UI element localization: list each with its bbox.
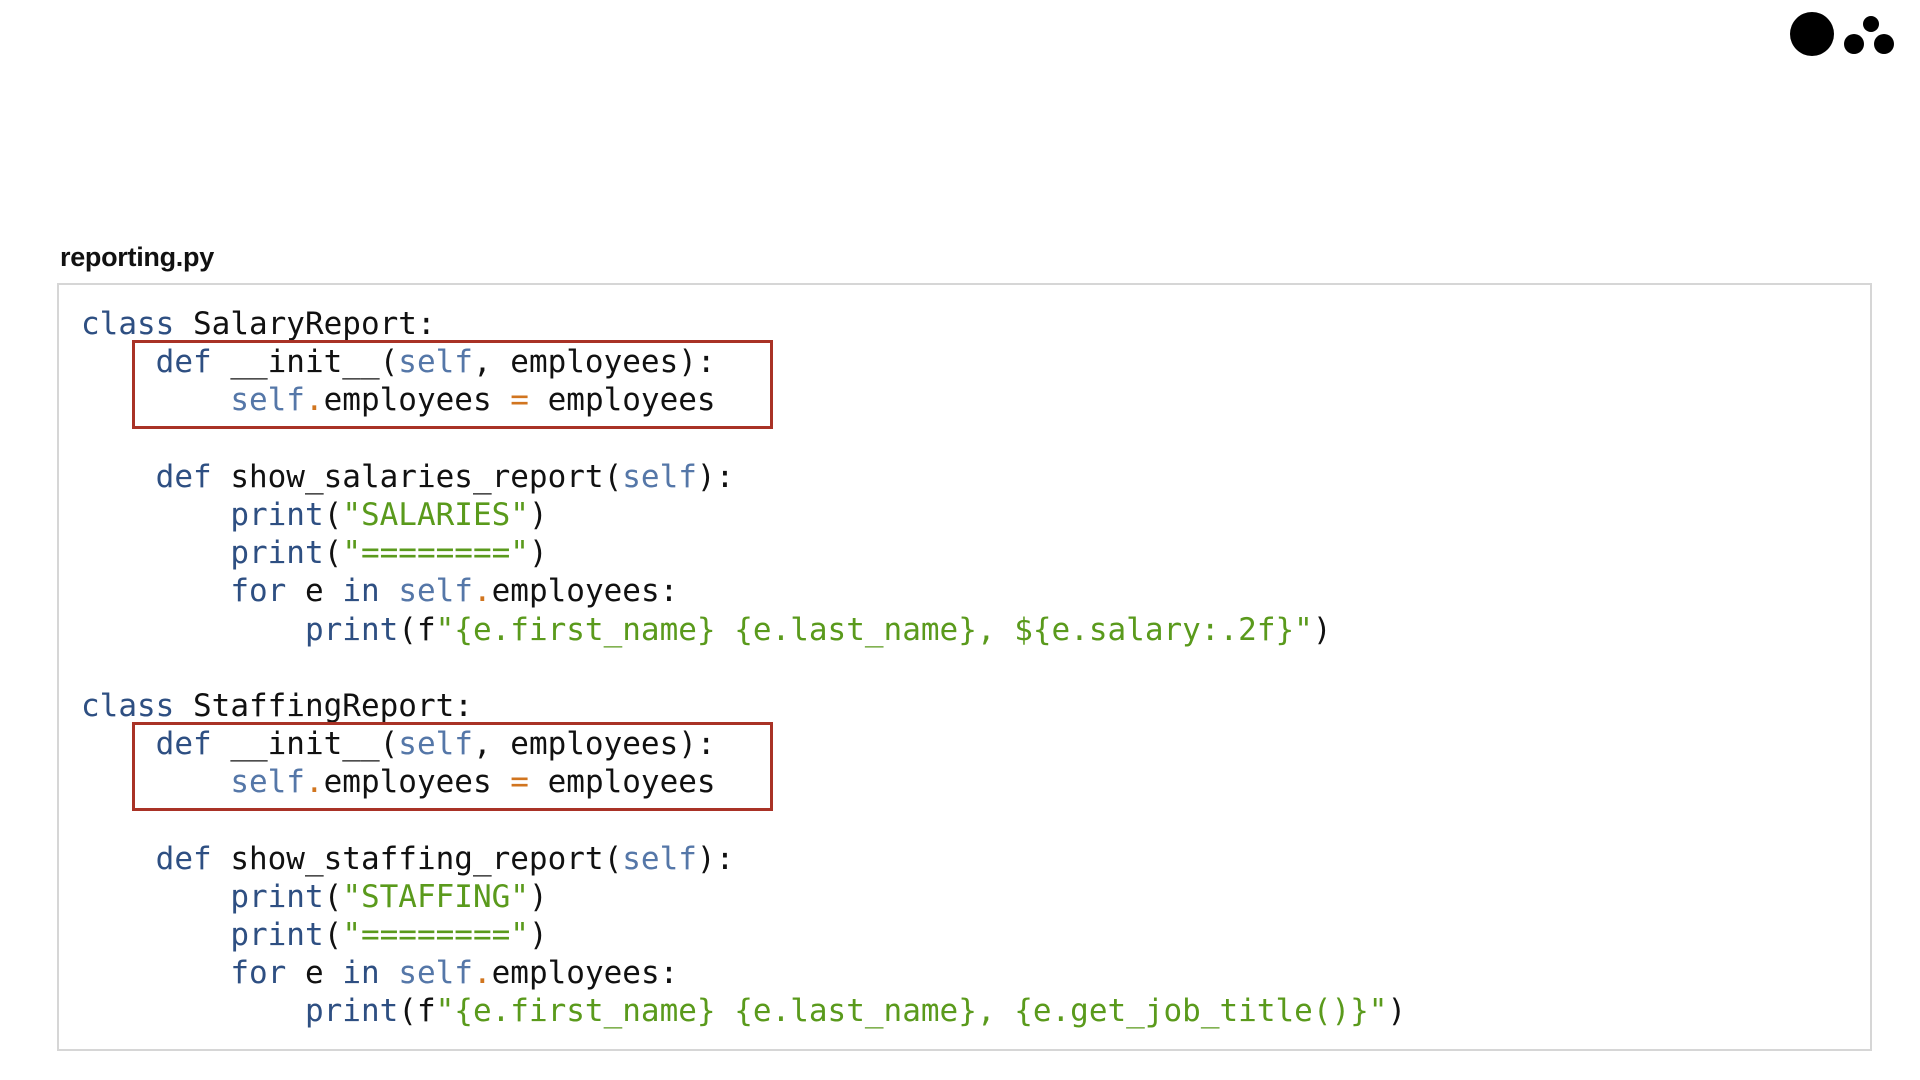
code-token: (f xyxy=(398,993,436,1030)
code-token: ) xyxy=(528,878,548,915)
code-token: def xyxy=(155,840,212,877)
three-dots-logo-icon xyxy=(1790,12,1900,62)
code-token: self xyxy=(398,573,473,610)
code-line: def show_salaries_report(self): xyxy=(81,458,1406,496)
code-line: def show_staffing_report(self): xyxy=(81,840,1406,878)
code-line: print(f"{e.first_name} {e.last_name}, {e… xyxy=(81,992,1406,1030)
code-token: def xyxy=(155,458,212,495)
code-token: class xyxy=(81,687,175,724)
code-token: ) xyxy=(1387,993,1407,1030)
code-token: ( xyxy=(323,878,343,915)
code-token: ( xyxy=(323,917,343,953)
code-token: print xyxy=(304,611,399,648)
code-token: class xyxy=(81,306,175,342)
code-token: ) xyxy=(1312,611,1332,648)
highlight-staffing-init xyxy=(132,722,773,811)
code-token: print xyxy=(230,878,324,915)
code-line: print("========") xyxy=(81,534,1406,572)
logo-small-dot-top xyxy=(1863,16,1879,32)
code-token: ): xyxy=(696,458,735,495)
code-token: "SALARIES" xyxy=(342,496,529,533)
code-token: "========" xyxy=(342,535,529,572)
code-token: StaffingReport: xyxy=(174,687,473,724)
code-token: print xyxy=(230,496,324,533)
code-token: "STAFFING" xyxy=(342,878,529,915)
code-token: ) xyxy=(528,496,548,533)
code-token: "========" xyxy=(342,917,529,953)
code-token: ( xyxy=(323,535,343,572)
code-token: ( xyxy=(323,496,343,533)
code-token: self xyxy=(622,840,697,877)
code-line: print("SALARIES") xyxy=(81,496,1406,534)
code-panel: class SalaryReport: def __init__(self, e… xyxy=(57,283,1872,1051)
code-token: show_staffing_report( xyxy=(211,840,623,877)
code-token: self xyxy=(398,955,473,992)
code-token: ) xyxy=(528,535,548,572)
logo-small-dot-left xyxy=(1844,34,1864,54)
code-token: SalaryReport: xyxy=(174,306,436,342)
code-line: for e in self.employees: xyxy=(81,954,1406,992)
code-token: ): xyxy=(696,840,735,877)
code-token: . xyxy=(472,955,492,992)
code-line: print("========") xyxy=(81,916,1406,954)
code-token: ) xyxy=(528,917,548,953)
code-line: class StaffingReport: xyxy=(81,687,1406,725)
code-token: print xyxy=(230,917,324,953)
code-token: employees: xyxy=(491,573,679,610)
code-token: for xyxy=(230,573,287,610)
code-line: print("STAFFING") xyxy=(81,878,1406,916)
code-token: . xyxy=(472,573,492,610)
code-token: show_salaries_report( xyxy=(211,458,623,495)
code-token: in xyxy=(342,955,380,992)
code-line: for e in self.employees: xyxy=(81,572,1406,610)
code-token: (f xyxy=(398,611,436,648)
code-token: print xyxy=(304,993,399,1030)
code-token: e xyxy=(286,955,343,992)
code-token: in xyxy=(342,573,380,610)
file-title: reporting.py xyxy=(60,242,214,272)
code-token: employees: xyxy=(491,955,679,992)
code-token: print xyxy=(230,535,324,572)
highlight-salary-init xyxy=(132,340,773,429)
code-token: e xyxy=(286,573,343,610)
code-line: print(f"{e.first_name} {e.last_name}, ${… xyxy=(81,611,1406,649)
code-token: "{e.first_name} {e.last_name}, {e.get_jo… xyxy=(435,993,1388,1030)
code-line: class SalaryReport: xyxy=(81,305,1406,343)
code-token: "{e.first_name} {e.last_name}, ${e.salar… xyxy=(435,611,1313,648)
logo-large-dot xyxy=(1790,12,1834,56)
code-token: self xyxy=(622,458,697,495)
logo-small-dot-right xyxy=(1874,34,1894,54)
code-token: for xyxy=(230,955,287,992)
